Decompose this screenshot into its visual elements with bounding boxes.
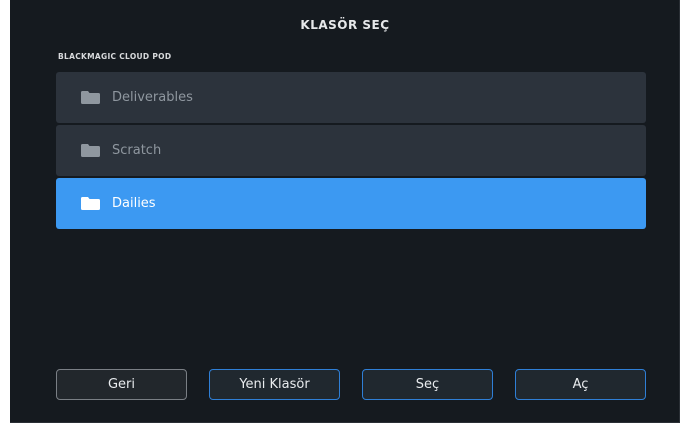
folder-label: Deliverables — [112, 90, 193, 105]
folder-list: Deliverables Scratch Dailies — [56, 72, 646, 231]
folder-row-scratch[interactable]: Scratch — [56, 125, 646, 176]
open-button[interactable]: Aç — [515, 369, 646, 400]
folder-row-deliverables[interactable]: Deliverables — [56, 72, 646, 123]
folder-row-dailies[interactable]: Dailies — [56, 178, 646, 229]
folder-picker-dialog: KLASÖR SEÇ BLACKMAGIC CLOUD POD Delivera… — [10, 0, 680, 423]
folder-label: Dailies — [112, 196, 156, 211]
new-folder-button[interactable]: Yeni Klasör — [209, 369, 340, 400]
folder-icon — [81, 91, 100, 104]
folder-label: Scratch — [112, 143, 162, 158]
folder-icon — [81, 144, 100, 157]
location-label: BLACKMAGIC CLOUD POD — [58, 52, 172, 61]
folder-icon — [81, 197, 100, 210]
back-button[interactable]: Geri — [56, 369, 187, 400]
dialog-title: KLASÖR SEÇ — [300, 18, 390, 32]
select-button[interactable]: Seç — [362, 369, 493, 400]
